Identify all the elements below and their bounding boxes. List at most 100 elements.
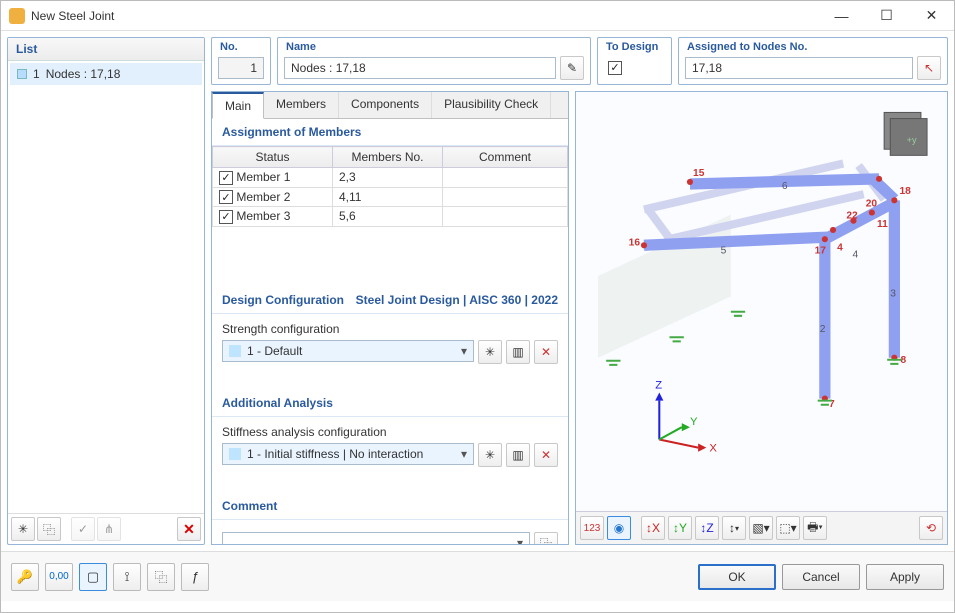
analysis-del-button[interactable]: ✕ bbox=[534, 443, 558, 467]
design-cfg-title: Design Configuration Steel Joint Design … bbox=[212, 287, 568, 314]
svg-text:2: 2 bbox=[820, 324, 826, 335]
render-button[interactable]: ⬚▾ bbox=[776, 516, 800, 540]
tab-members[interactable]: Members bbox=[264, 92, 339, 118]
axis-gizmo: Z X Y bbox=[655, 379, 717, 454]
stiffness-label: Stiffness analysis configuration bbox=[222, 425, 558, 439]
svg-text:20: 20 bbox=[866, 198, 878, 209]
nav-cube[interactable]: +y bbox=[884, 112, 927, 155]
cfg-del-button[interactable]: ✕ bbox=[534, 340, 558, 364]
print-button[interactable]: 🖶▾ bbox=[803, 516, 827, 540]
reset-view-button[interactable]: ⟲ bbox=[919, 516, 943, 540]
svg-text:5: 5 bbox=[721, 245, 727, 256]
tab-components[interactable]: Components bbox=[339, 92, 432, 118]
mode3-button[interactable]: ⿻ bbox=[147, 563, 175, 591]
svg-text:18: 18 bbox=[899, 186, 911, 197]
title-bar: New Steel Joint — ☐ ✕ bbox=[1, 1, 954, 31]
script-button[interactable]: ƒ bbox=[181, 563, 209, 591]
assigned-nodes-label: Assigned to Nodes No. bbox=[679, 38, 947, 53]
help-button[interactable]: 🔑 bbox=[11, 563, 39, 591]
delete-item-button[interactable]: ✕ bbox=[177, 517, 201, 541]
svg-text:4: 4 bbox=[837, 242, 843, 253]
row-checkbox[interactable] bbox=[219, 210, 233, 224]
swatch-icon bbox=[229, 345, 241, 357]
window-title: New Steel Joint bbox=[31, 9, 819, 23]
maximize-button[interactable]: ☐ bbox=[864, 1, 909, 30]
members-section-title: Assignment of Members bbox=[212, 119, 568, 146]
design-cfg-subtitle: Steel Joint Design | AISC 360 | 2022 bbox=[356, 293, 558, 307]
col-members-no[interactable]: Members No. bbox=[333, 147, 443, 168]
pick-nodes-button[interactable]: ↖ bbox=[917, 56, 941, 80]
mode1-button[interactable]: ▢ bbox=[79, 563, 107, 591]
table-row[interactable]: Member 1 2,3 bbox=[213, 168, 568, 188]
comment-edit-button[interactable]: ⿻ bbox=[534, 532, 558, 545]
swatch-icon bbox=[229, 448, 241, 460]
viewport-3d[interactable]: +y bbox=[575, 91, 948, 545]
apply-button[interactable]: Apply bbox=[866, 564, 944, 590]
row-checkbox[interactable] bbox=[219, 171, 233, 185]
list-header: List bbox=[8, 38, 204, 61]
svg-text:X: X bbox=[709, 443, 717, 455]
tab-bar: Main Members Components Plausibility Che… bbox=[212, 92, 568, 119]
no-label: No. bbox=[212, 38, 270, 53]
table-row[interactable]: Member 2 4,11 bbox=[213, 187, 568, 207]
no-field[interactable]: 1 bbox=[218, 57, 264, 79]
list-body: 1 Nodes : 17,18 bbox=[8, 61, 204, 513]
footer: 🔑 0,00 ▢ ⟟ ⿻ ƒ OK Cancel Apply bbox=[1, 551, 954, 601]
filter-button[interactable]: ⋔ bbox=[97, 517, 121, 541]
view-iso-button[interactable]: ↕▾ bbox=[722, 516, 746, 540]
view-z-button[interactable]: ↕Z bbox=[695, 516, 719, 540]
cancel-button[interactable]: Cancel bbox=[782, 564, 860, 590]
strength-label: Strength configuration bbox=[222, 322, 558, 336]
display-button[interactable]: ▧▾ bbox=[749, 516, 773, 540]
strength-combo[interactable]: 1 - Default▾ bbox=[222, 340, 474, 362]
svg-text:Y: Y bbox=[690, 416, 698, 428]
stiffness-combo[interactable]: 1 - Initial stiffness | No interaction▾ bbox=[222, 443, 474, 465]
view-x-button[interactable]: ↕X bbox=[641, 516, 665, 540]
row-checkbox[interactable] bbox=[219, 190, 233, 204]
cfg-lib-button[interactable]: ▥ bbox=[506, 340, 530, 364]
svg-text:11: 11 bbox=[877, 219, 888, 230]
tab-main[interactable]: Main bbox=[212, 92, 264, 119]
svg-text:+y: +y bbox=[907, 135, 917, 145]
viewport-toolbar: 123 ◉ ↕X ↕Y ↕Z ↕▾ ▧▾ ⬚▾ 🖶▾ ⟲ bbox=[576, 511, 947, 544]
comment-combo[interactable]: ▾ bbox=[222, 532, 530, 545]
tab-plausibility[interactable]: Plausibility Check bbox=[432, 92, 551, 118]
to-design-checkbox[interactable] bbox=[608, 61, 622, 75]
app-icon bbox=[9, 8, 25, 24]
analysis-new-button[interactable]: ✳ bbox=[478, 443, 502, 467]
svg-text:4: 4 bbox=[852, 250, 858, 261]
svg-text:15: 15 bbox=[693, 168, 705, 179]
analysis-title: Additional Analysis bbox=[212, 390, 568, 417]
svg-text:22: 22 bbox=[846, 211, 858, 222]
list-item[interactable]: 1 Nodes : 17,18 bbox=[10, 63, 202, 85]
units-button[interactable]: 0,00 bbox=[45, 563, 73, 591]
table-row[interactable]: Member 3 5,6 bbox=[213, 207, 568, 227]
edit-name-button[interactable]: ✎ bbox=[560, 56, 584, 80]
show-view-button[interactable]: ◉ bbox=[607, 516, 631, 540]
ok-button[interactable]: OK bbox=[698, 564, 776, 590]
view-y-button[interactable]: ↕Y bbox=[668, 516, 692, 540]
close-button[interactable]: ✕ bbox=[909, 1, 954, 30]
new-item-button[interactable]: ✳ bbox=[11, 517, 35, 541]
assigned-nodes-field[interactable]: 17,18 bbox=[685, 57, 913, 79]
mode2-button[interactable]: ⟟ bbox=[113, 563, 141, 591]
analysis-lib-button[interactable]: ▥ bbox=[506, 443, 530, 467]
name-field[interactable]: Nodes : 17,18 bbox=[284, 57, 556, 79]
copy-item-button[interactable]: ⿻ bbox=[37, 517, 61, 541]
minimize-button[interactable]: — bbox=[819, 1, 864, 30]
show-numbers-button[interactable]: 123 bbox=[580, 516, 604, 540]
list-item-text: Nodes : 17,18 bbox=[46, 67, 121, 81]
col-status[interactable]: Status bbox=[213, 147, 333, 168]
check-button[interactable]: ✓ bbox=[71, 517, 95, 541]
comment-title: Comment bbox=[212, 493, 568, 520]
svg-text:16: 16 bbox=[629, 237, 641, 248]
members-table: Status Members No. Comment Member 1 2,3 bbox=[212, 146, 568, 227]
list-item-icon bbox=[17, 69, 27, 79]
to-design-label: To Design bbox=[598, 38, 671, 53]
model-view[interactable]: +y bbox=[576, 92, 947, 511]
svg-text:6: 6 bbox=[782, 181, 788, 192]
cfg-new-button[interactable]: ✳ bbox=[478, 340, 502, 364]
name-label: Name bbox=[278, 38, 590, 53]
svg-text:3: 3 bbox=[890, 288, 896, 299]
col-comment[interactable]: Comment bbox=[443, 147, 568, 168]
